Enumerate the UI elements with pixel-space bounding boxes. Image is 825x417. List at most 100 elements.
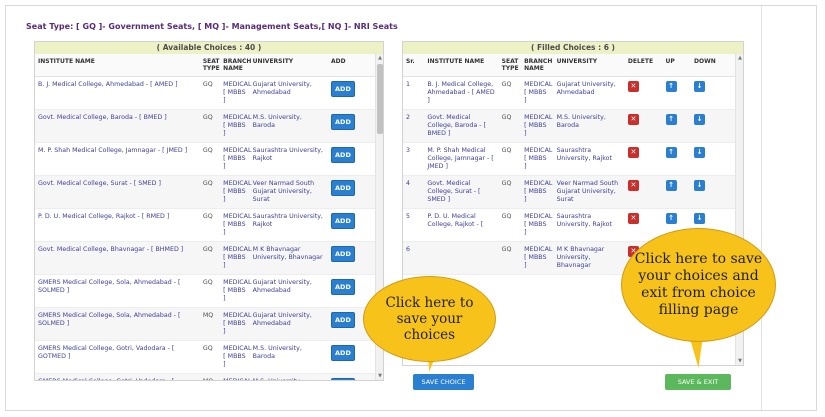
branch-name: MEDICAL [ MBBS ] <box>521 109 554 143</box>
col-up: UP <box>662 54 692 77</box>
institute-name: GMERS Medical College, Gotri, Vadodara -… <box>35 373 200 380</box>
close-icon: ✕ <box>630 214 637 222</box>
move-up-button[interactable]: ↑ <box>665 213 677 224</box>
serial-number: 2 <box>403 109 425 143</box>
branch-name: MEDICAL [ MBBS ] <box>220 109 252 143</box>
callout-line: choices <box>403 327 456 343</box>
save-choice-button[interactable]: SAVE CHOICE <box>413 374 474 390</box>
move-up-button[interactable]: ↑ <box>665 147 677 158</box>
branch-name: MEDICAL [ MBBS ] <box>220 241 252 275</box>
move-down-button[interactable]: ↓ <box>694 180 706 191</box>
col-sr: Sr. <box>403 54 425 77</box>
seat-type: GQ <box>199 274 221 308</box>
delete-cell: ✕ <box>624 175 663 209</box>
add-button[interactable]: ADD <box>331 180 355 196</box>
scroll-down-arrow-icon[interactable]: ▼ <box>376 372 383 380</box>
save-choice-callout: Click here to save your choices <box>363 276 496 362</box>
branch-name: MEDICAL [ MBBS ] <box>521 175 554 209</box>
institute-name: M. P. Shah Medical College, Jamnagar - [… <box>424 142 499 176</box>
col-university: UNIVERSITY <box>249 54 329 77</box>
seat-type: GQ <box>199 142 221 176</box>
table-row: 1 B. J. Medical College, Ahmedabad - [ AM… <box>403 76 743 110</box>
move-up-button[interactable]: ↑ <box>665 180 677 191</box>
add-button[interactable]: ADD <box>331 147 355 163</box>
up-cell: ↑ <box>662 76 692 110</box>
col-institute-name: INSTITUTE NAME <box>35 54 200 77</box>
add-button[interactable]: ADD <box>331 246 355 262</box>
col-seat-type: SEAT TYPE <box>199 54 221 77</box>
available-choices-panel: ( Available Choices : 40 ) INSTITUTE NAM… <box>34 41 384 381</box>
university: M.S. University, Baroda <box>249 373 329 380</box>
seat-type: GQ <box>498 175 522 209</box>
add-button[interactable]: ADD <box>331 114 355 130</box>
branch-name: MEDICAL [ MBBS ] <box>521 241 554 275</box>
delete-button[interactable]: ✕ <box>627 213 639 224</box>
callout-line: your choices and <box>638 268 759 284</box>
branch-name: MEDICAL [ MBBS ] <box>521 208 554 242</box>
scroll-up-arrow-icon[interactable]: ▲ <box>736 54 743 62</box>
branch-name: MEDICAL [ MBBS ] <box>220 142 252 176</box>
branch-name: MEDICAL [ MBBS ] <box>521 76 554 110</box>
move-down-button[interactable]: ↓ <box>694 147 706 158</box>
callout-line: save your <box>396 311 463 327</box>
seat-type: MQ <box>199 307 221 341</box>
up-cell: ↑ <box>662 142 692 176</box>
branch-name: MEDICAL [ MBBS ] <box>220 340 252 374</box>
table-row: 3 M. P. Shah Medical College, Jamnagar - … <box>403 142 743 176</box>
table-row: B. J. Medical College, Ahmedabad - [ AME… <box>35 76 383 110</box>
delete-button[interactable]: ✕ <box>627 81 639 92</box>
page-divider <box>761 6 762 410</box>
institute-name: B. J. Medical College, Ahmedabad - [ AME… <box>424 76 499 110</box>
arrow-down-icon: ↓ <box>696 214 703 222</box>
up-cell: ↑ <box>662 109 692 143</box>
branch-name: MEDICAL [ MBBS ] <box>220 307 252 341</box>
delete-button[interactable]: ✕ <box>627 147 639 158</box>
move-up-button[interactable]: ↑ <box>665 114 677 125</box>
serial-number: 3 <box>403 142 425 176</box>
add-button[interactable]: ADD <box>331 378 355 380</box>
col-institute-name: INSTITUTE NAME <box>424 54 499 77</box>
delete-button[interactable]: ✕ <box>627 180 639 191</box>
up-cell: ↑ <box>662 175 692 209</box>
arrow-down-icon: ↓ <box>696 148 703 156</box>
add-button[interactable]: ADD <box>331 81 355 97</box>
table-row: Govt. Medical College, Surat - [ SMED ] G… <box>35 175 383 209</box>
move-up-button[interactable]: ↑ <box>665 81 677 92</box>
university: Gujarat University, Ahmedabad <box>249 274 329 308</box>
scroll-thumb[interactable] <box>377 64 383 134</box>
table-header-row: INSTITUTE NAME SEAT TYPE BRANCH NAME UNI… <box>35 54 383 77</box>
add-button[interactable]: ADD <box>331 213 355 229</box>
available-choices-title: ( Available Choices : 40 ) <box>35 42 383 54</box>
add-button[interactable]: ADD <box>331 345 355 361</box>
add-button[interactable]: ADD <box>331 279 355 295</box>
table-row: Govt. Medical College, Bhavnagar - [ BHM… <box>35 241 383 275</box>
seat-type: GQ <box>498 241 522 275</box>
branch-name: MEDICAL [ MBBS ] <box>220 208 252 242</box>
move-down-button[interactable]: ↓ <box>694 213 706 224</box>
university: M.S. University, Baroda <box>553 109 625 143</box>
university: M.S. University, Baroda <box>249 109 329 143</box>
branch-name: MEDICAL [ MBBS ] <box>220 274 252 308</box>
institute-name: P. D. U. Medical College, Rajkot - [ RME… <box>35 208 200 242</box>
arrow-up-icon: ↑ <box>668 214 674 222</box>
move-down-button[interactable]: ↓ <box>694 81 706 92</box>
scroll-up-arrow-icon[interactable]: ▲ <box>376 54 383 62</box>
table-header-row: Sr. INSTITUTE NAME SEAT TYPE BRANCH NAME… <box>403 54 743 77</box>
seat-type: MQ <box>199 373 221 380</box>
seat-type: GQ <box>498 208 522 242</box>
institute-name: Govt. Medical College, Surat - [ SMED ] <box>35 175 200 209</box>
institute-name: B. J. Medical College, Ahmedabad - [ AME… <box>35 76 200 110</box>
serial-number: 4 <box>403 175 425 209</box>
callout-line: exit from choice <box>641 285 756 301</box>
institute-name: Govt. Medical College, Baroda - [ BMED ] <box>35 109 200 143</box>
delete-cell: ✕ <box>624 142 663 176</box>
move-down-button[interactable]: ↓ <box>694 114 706 125</box>
seat-type: GQ <box>199 241 221 275</box>
university: Veer Narmad South Gujarat University, Su… <box>553 175 625 209</box>
callout-line: Click here to save <box>634 251 763 267</box>
save-and-exit-button[interactable]: SAVE & EXIT <box>665 374 731 390</box>
institute-name: Govt. Medical College, Surat - [ SMED ] <box>424 175 499 209</box>
delete-button[interactable]: ✕ <box>627 114 639 125</box>
scroll-down-arrow-icon[interactable]: ▼ <box>736 357 743 365</box>
add-button[interactable]: ADD <box>331 312 355 328</box>
